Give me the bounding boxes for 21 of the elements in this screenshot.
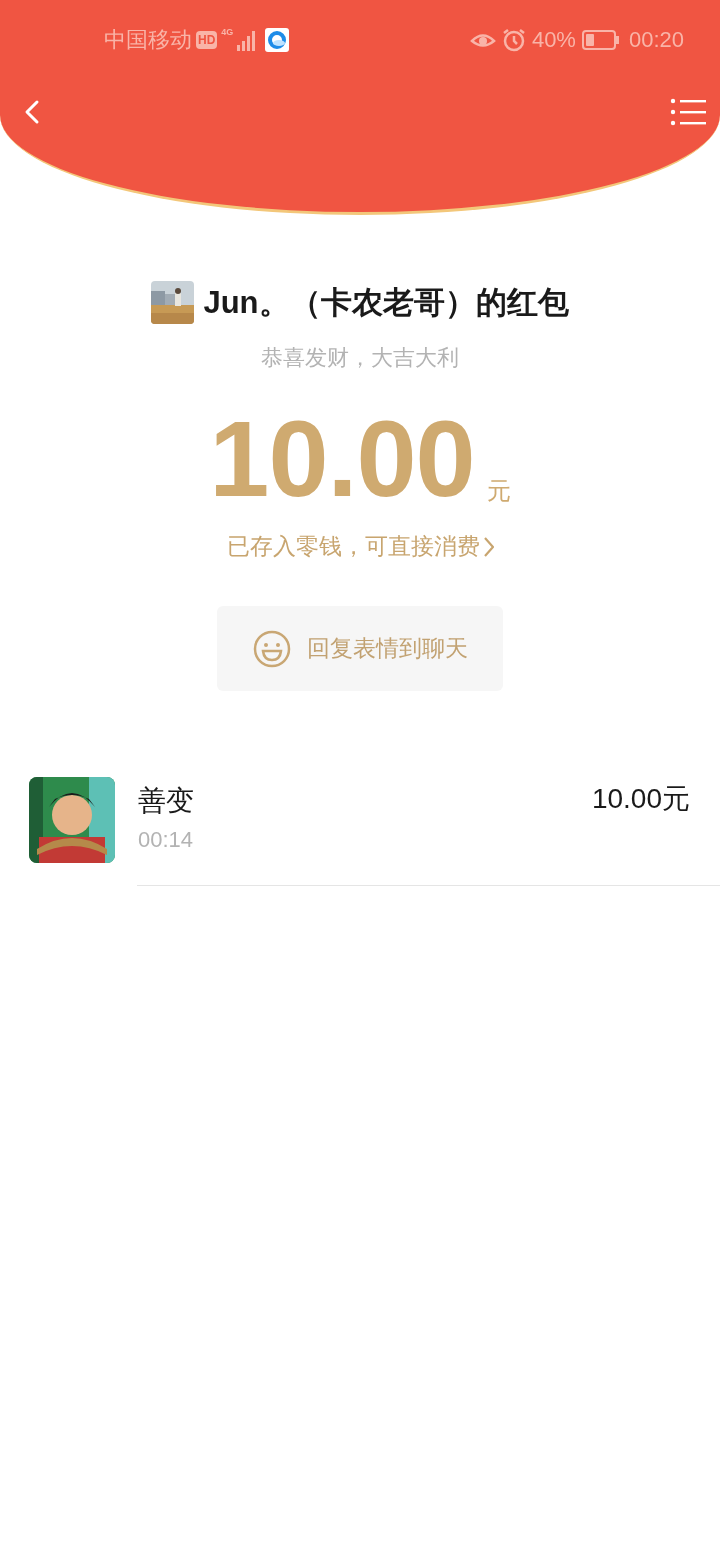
receiver-amount: 10.00元 [591,785,690,813]
menu-button[interactable] [670,98,708,126]
network-label: 4G [221,28,234,37]
battery-icon [581,30,619,50]
signal-icon [237,29,258,51]
battery-percent: 40% [531,29,576,51]
carrier-name: 中国移动 [104,29,192,51]
hd-badge: HD [196,31,218,49]
blessing-text: 恭喜发财，大吉大利 [261,347,459,369]
receiver-name: 善变 [138,787,194,815]
wallet-link[interactable]: 已存入零钱，可直接消费 [226,535,494,558]
receive-time: 00:14 [138,829,195,851]
clock-time: 00:20 [628,29,684,51]
alarm-icon [501,28,526,52]
amount-value: 10.00 [209,405,475,513]
reply-sticker-button[interactable]: 回复表情到聊天 [217,606,503,691]
chevron-right-icon [483,536,494,557]
smiley-icon [252,629,291,668]
currency-label: 元 [486,479,511,503]
browser-app-icon [265,28,290,52]
packet-title: Jun。（卡农老哥）的红包 [203,287,569,318]
